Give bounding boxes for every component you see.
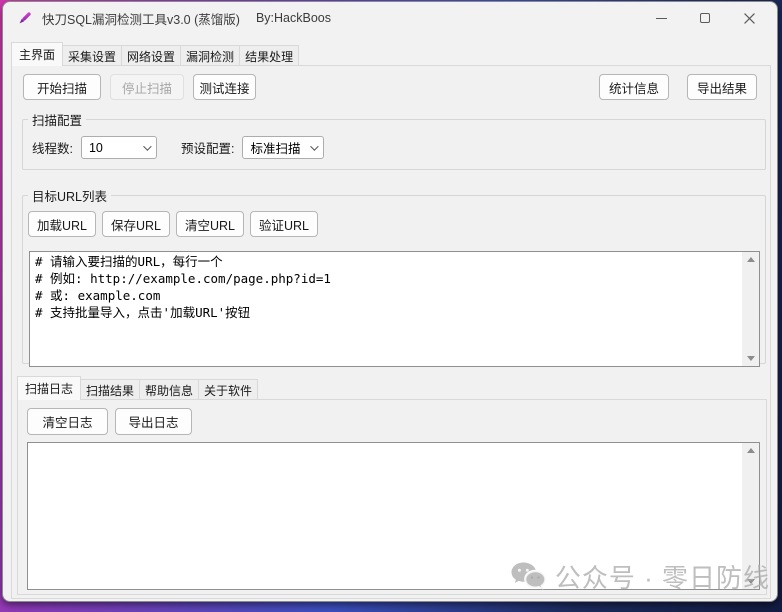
maximize-icon	[700, 13, 710, 23]
start-scan-button[interactable]: 开始扫描	[23, 74, 101, 100]
preset-config-value: 标准扫描	[250, 138, 300, 157]
scroll-up-icon[interactable]	[747, 257, 755, 262]
url-list-scrollbar[interactable]	[742, 252, 759, 366]
thread-count-select[interactable]: 10	[81, 136, 157, 159]
wechat-icon	[510, 561, 548, 593]
verify-url-button[interactable]: 验证URL	[250, 211, 318, 237]
preset-config-label: 预设配置:	[181, 138, 234, 157]
scan-config-groupbox: 扫描配置 线程数: 10 预设配置: 标准扫描	[22, 110, 766, 170]
tab-main-page[interactable]: 主界面	[11, 42, 63, 66]
close-icon	[744, 13, 755, 24]
watermark-text: 公众号 · 零日防线	[555, 558, 770, 595]
desktop: { "titlebar": { "title": "快刀SQL漏洞检测工具v3.…	[0, 0, 782, 612]
app-window: 快刀SQL漏洞检测工具v3.0 (蒸馏版) By:HackBoos 主界面 采集…	[2, 1, 778, 602]
url-list-textarea[interactable]: # 请输入要扫描的URL，每行一个 # 例如: http://example.c…	[29, 251, 760, 367]
thread-count-label: 线程数:	[32, 138, 73, 157]
main-tab-page: 开始扫描 停止扫描 测试连接 统计信息 导出结果 扫描配置 线程数: 10 预设…	[11, 65, 771, 599]
scroll-up-icon[interactable]	[747, 448, 755, 453]
chevron-down-icon	[311, 142, 319, 150]
tab-result-process[interactable]: 结果处理	[239, 45, 299, 66]
export-results-button[interactable]: 导出结果	[687, 74, 757, 100]
tab-network-settings[interactable]: 网络设置	[121, 45, 181, 66]
chevron-down-icon	[143, 142, 151, 150]
test-connection-button[interactable]: 测试连接	[193, 74, 256, 100]
window-controls	[639, 2, 771, 34]
tab-help-info[interactable]: 帮助信息	[139, 379, 199, 400]
export-log-button[interactable]: 导出日志	[115, 408, 192, 435]
scroll-down-icon[interactable]	[747, 356, 755, 361]
thread-count-value: 10	[89, 141, 103, 155]
target-url-title: 目标URL列表	[28, 186, 111, 205]
close-button[interactable]	[727, 2, 771, 34]
preset-config-select[interactable]: 标准扫描	[242, 136, 324, 159]
tab-vuln-detect[interactable]: 漏洞检测	[180, 45, 240, 66]
tab-scan-results[interactable]: 扫描结果	[80, 379, 140, 400]
target-url-groupbox: 目标URL列表 加载URL 保存URL 清空URL 验证URL # 请输入要扫描…	[22, 186, 766, 364]
window-title: 快刀SQL漏洞检测工具v3.0 (蒸馏版)	[42, 9, 240, 28]
maximize-button[interactable]	[683, 2, 727, 34]
stop-scan-button[interactable]: 停止扫描	[110, 74, 184, 100]
save-url-button[interactable]: 保存URL	[102, 211, 170, 237]
bottom-tab-strip: 扫描日志 扫描结果 帮助信息 关于软件	[17, 376, 257, 400]
load-url-button[interactable]: 加载URL	[28, 211, 96, 237]
tab-collect-settings[interactable]: 采集设置	[62, 45, 122, 66]
title-bar: 快刀SQL漏洞检测工具v3.0 (蒸馏版) By:HackBoos	[3, 2, 777, 34]
clear-log-button[interactable]: 清空日志	[27, 408, 108, 435]
tab-about-software[interactable]: 关于软件	[198, 379, 258, 400]
window-byline: By:HackBoos	[256, 11, 331, 25]
scan-config-title: 扫描配置	[28, 110, 86, 129]
stats-info-button[interactable]: 统计信息	[599, 74, 669, 100]
minimize-button[interactable]	[639, 2, 683, 34]
url-list-content[interactable]: # 请输入要扫描的URL，每行一个 # 例如: http://example.c…	[30, 252, 742, 366]
tab-scan-log[interactable]: 扫描日志	[17, 376, 81, 400]
app-pen-icon	[16, 10, 33, 27]
clear-url-button[interactable]: 清空URL	[176, 211, 244, 237]
minimize-icon	[656, 18, 667, 19]
main-tab-strip: 主界面 采集设置 网络设置 漏洞检测 结果处理	[11, 42, 298, 66]
watermark: 公众号 · 零日防线	[510, 558, 770, 595]
